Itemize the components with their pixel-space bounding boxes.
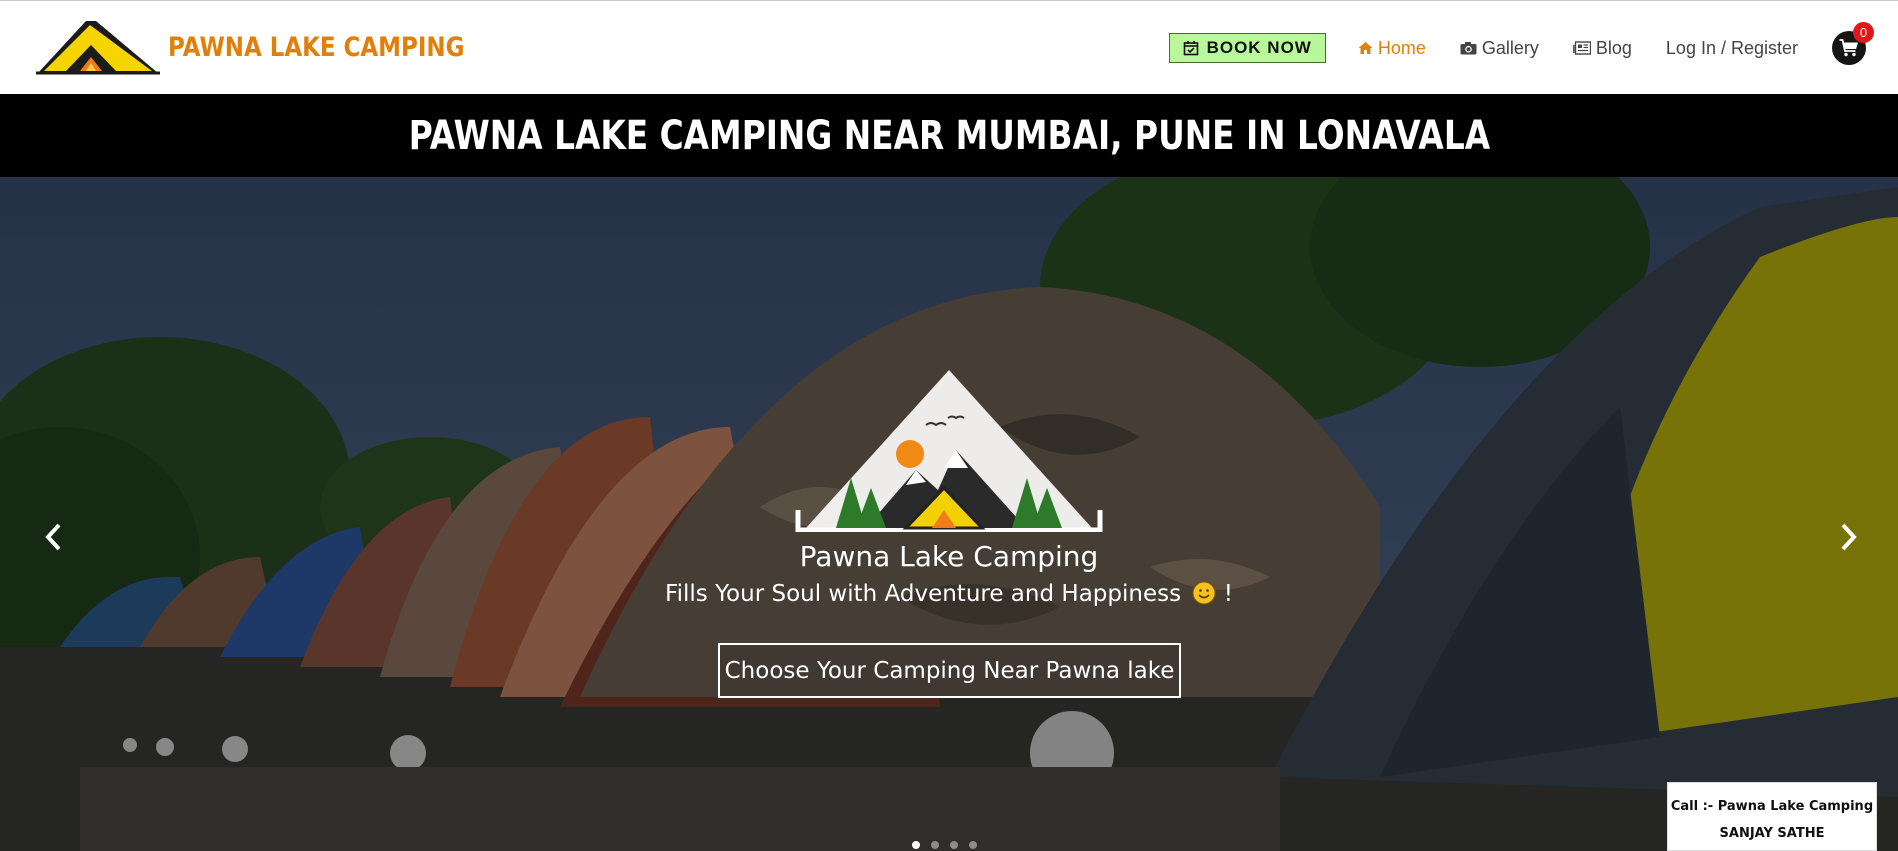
brand-name: PAWNA LAKE CAMPING (168, 31, 465, 63)
cart-count-badge: 0 (1853, 22, 1874, 43)
home-icon (1358, 42, 1373, 54)
choose-camping-button[interactable]: Choose Your Camping Near Pawna lake (718, 643, 1181, 698)
book-now-button[interactable]: BOOK NOW (1168, 33, 1326, 63)
hero-carousel: Pawna Lake Camping Fills Your Soul with … (0, 177, 1898, 851)
nav-gallery[interactable]: Gallery (1460, 38, 1539, 59)
nav-home-label: Home (1377, 37, 1426, 58)
carousel-indicators (912, 841, 977, 849)
chevron-left-icon (45, 523, 61, 551)
book-now-label: BOOK NOW (1206, 38, 1312, 57)
calendar-check-icon (1183, 41, 1198, 56)
call-box-line1: Call :- Pawna Lake Camping (1670, 799, 1874, 814)
carousel-prev-button[interactable] (38, 517, 68, 557)
tent-logo-icon (36, 21, 160, 75)
carousel-dot-1[interactable] (912, 841, 920, 849)
newspaper-icon (1572, 41, 1591, 55)
call-contact-box[interactable]: Call :- Pawna Lake Camping SANJAY SATHE (1667, 782, 1877, 851)
nav-blog-label: Blog (1595, 37, 1632, 58)
nav-home[interactable]: Home (1358, 38, 1426, 59)
carousel-dot-2[interactable] (931, 841, 939, 849)
page-title: PAWNA LAKE CAMPING NEAR MUMBAI, PUNE IN … (408, 112, 1490, 159)
chevron-right-icon (1841, 523, 1857, 551)
nav-blog[interactable]: Blog (1572, 37, 1632, 59)
hero-subtitle: Fills Your Soul with Adventure and Happi… (0, 581, 1898, 607)
hero-title: Pawna Lake Camping (799, 540, 1099, 573)
carousel-dot-4[interactable] (969, 841, 977, 849)
camera-icon (1460, 42, 1477, 55)
hero-content: Pawna Lake Camping Fills Your Soul with … (0, 177, 1898, 851)
call-box-line2: SANJAY SATHE (1719, 826, 1825, 841)
nav-gallery-label: Gallery (1481, 37, 1539, 58)
shopping-cart-icon (1839, 39, 1858, 57)
hero-subtitle-suffix: ! (1223, 581, 1233, 607)
nav-login-label: Log In / Register (1665, 37, 1798, 58)
carousel-dot-3[interactable] (950, 841, 958, 849)
hero-subtitle-text: Fills Your Soul with Adventure and Happi… (665, 581, 1182, 607)
brand[interactable]: PAWNA LAKE CAMPING (36, 19, 517, 75)
nav-login-register[interactable]: Log In / Register (1666, 38, 1798, 59)
carousel-next-button[interactable] (1834, 517, 1864, 557)
main-nav: BOOK NOW Home Gallery Blog Log In / Regi… (1168, 1, 1898, 95)
cart-button[interactable]: 0 (1832, 22, 1874, 65)
smiley-emoji-icon (1192, 581, 1216, 605)
camping-mountain-logo (795, 370, 1103, 532)
top-navbar: PAWNA LAKE CAMPING BOOK NOW Home Gallery… (0, 0, 1898, 94)
title-banner: PAWNA LAKE CAMPING NEAR MUMBAI, PUNE IN … (0, 94, 1898, 177)
